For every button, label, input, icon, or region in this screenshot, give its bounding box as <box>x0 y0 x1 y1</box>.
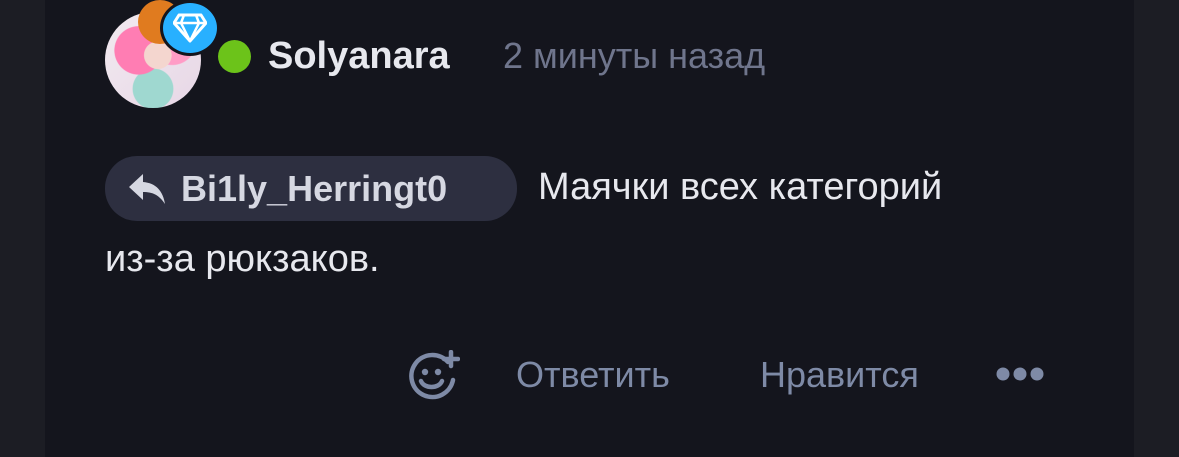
diamond-icon <box>160 0 220 56</box>
comment-timestamp[interactable]: 2 минуты назад <box>503 34 765 78</box>
comment-text-line-2: из-за рюкзаков. <box>105 238 380 280</box>
reply-to-chip[interactable]: Bi1ly_Herringt0 <box>105 156 517 221</box>
page-gutter-left <box>0 0 45 457</box>
reply-arrow-icon <box>127 172 167 206</box>
comment-author[interactable]: Solyanara <box>268 34 450 78</box>
add-reaction-icon <box>409 349 461 400</box>
like-button[interactable]: Нравится <box>760 352 919 398</box>
more-options-button[interactable] <box>996 364 1046 384</box>
more-dots-icon <box>996 367 1044 381</box>
online-status-indicator <box>218 40 251 73</box>
reply-button[interactable]: Ответить <box>516 352 670 398</box>
comment-text-line-1: Маячки всех категорий <box>538 166 943 208</box>
reply-to-username: Bi1ly_Herringt0 <box>181 167 448 209</box>
page-gutter-right <box>1134 0 1179 457</box>
add-reaction-button[interactable] <box>408 349 461 402</box>
